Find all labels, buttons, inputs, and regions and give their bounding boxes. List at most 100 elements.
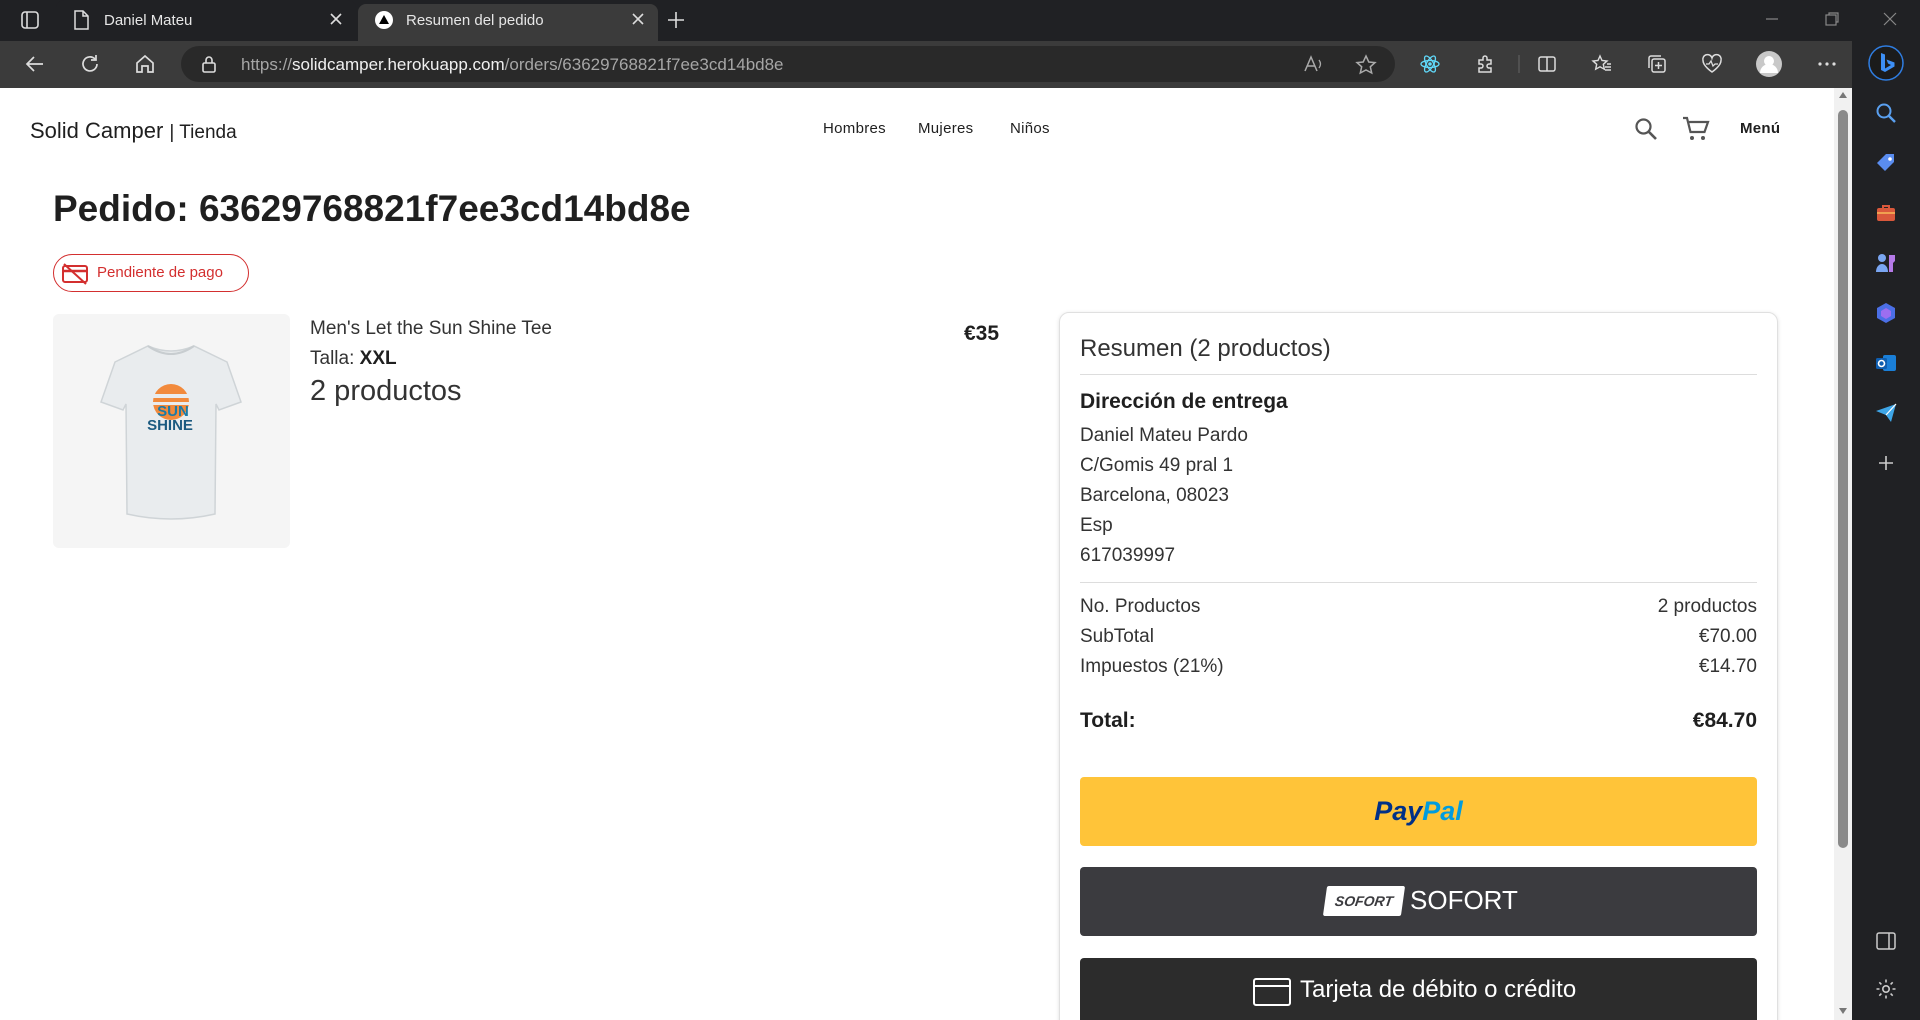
shopping-tag-icon[interactable] [1874, 151, 1898, 175]
games-icon[interactable] [1874, 251, 1898, 275]
row-value: €70.00 [1698, 626, 1757, 647]
edge-sidebar [1852, 41, 1920, 1020]
credit-card-icon [1252, 976, 1292, 1008]
close-window-icon[interactable] [1880, 9, 1900, 29]
cart-icon[interactable] [1682, 116, 1710, 142]
scrollbar-thumb[interactable] [1838, 110, 1848, 848]
url-prefix: https:// [241, 55, 293, 74]
toolbar-divider [1518, 53, 1520, 75]
divider [1080, 374, 1757, 375]
extensions-icon[interactable] [1475, 53, 1497, 75]
card-payment-button[interactable]: Tarjeta de débito o crédito [1080, 958, 1757, 1020]
drop-send-icon[interactable] [1874, 401, 1898, 425]
react-devtools-icon[interactable] [1419, 53, 1441, 75]
refresh-icon[interactable] [79, 53, 101, 75]
row-label: SubTotal [1080, 626, 1154, 647]
split-screen-icon[interactable] [1536, 53, 1558, 75]
address-line: Daniel Mateu Pardo [1080, 425, 1248, 446]
hide-sidebar-icon[interactable] [1874, 929, 1898, 953]
add-sidebar-app-icon[interactable] [1874, 451, 1898, 475]
card-payment-label: Tarjeta de débito o crédito [1300, 976, 1577, 1003]
product-image[interactable]: SUN SHINE [53, 314, 290, 548]
address-line: C/Gomis 49 pral 1 [1080, 455, 1234, 476]
new-tab-icon[interactable] [665, 9, 687, 31]
summary-row-products: No. Productos 2 productos [1080, 596, 1757, 618]
profile-avatar-icon[interactable] [1756, 51, 1782, 77]
address-phone: 617039997 [1080, 545, 1176, 566]
url-domain: solidcamper.herokuapp.com [292, 55, 505, 74]
url-path: /orders/63629768821f7ee3cd14bd8e [504, 55, 784, 74]
size-value: XXL [359, 348, 397, 369]
outlook-icon[interactable] [1874, 351, 1898, 375]
nav-mujeres[interactable]: Mujeres [918, 120, 973, 137]
browser-toolbar: https://solidcamper.herokuapp.com/orders… [0, 41, 1920, 88]
favorite-star-icon[interactable] [1355, 54, 1377, 76]
sofort-label: SOFORT [1410, 885, 1518, 915]
microsoft-365-icon[interactable] [1874, 301, 1898, 325]
favorites-icon[interactable] [1591, 53, 1613, 75]
browser-tab-bar: Daniel Mateu Resumen del pedido [0, 0, 1920, 41]
address-line: Esp [1080, 515, 1113, 536]
sofort-logo-text: SOFORT [1333, 893, 1395, 909]
tab-title: Resumen del pedido [406, 12, 544, 29]
scroll-down-arrow-icon[interactable] [1839, 1008, 1847, 1014]
restore-icon[interactable] [1822, 9, 1842, 29]
sofort-button[interactable]: SOFORT SOFORT [1080, 867, 1757, 936]
page-scrollbar[interactable] [1834, 88, 1852, 1020]
summary-title: Resumen (2 productos) [1080, 335, 1331, 362]
nav-hombres[interactable]: Hombres [823, 120, 886, 137]
url-text[interactable]: https://solidcamper.herokuapp.com/orders… [241, 55, 784, 75]
address-line: Barcelona, 08023 [1080, 485, 1229, 506]
more-options-icon[interactable] [1816, 53, 1838, 75]
site-brand[interactable]: Solid Camper | Tienda [30, 118, 237, 144]
close-tab-icon[interactable] [326, 9, 346, 29]
tab-title: Daniel Mateu [104, 12, 193, 29]
tshirt-print-shine: SHINE [147, 417, 193, 434]
tab-resumen-pedido[interactable]: Resumen del pedido [358, 4, 658, 41]
credit-card-off-icon [61, 262, 89, 286]
row-value: 2 productos [1657, 596, 1757, 617]
sofort-logo: SOFORT [1322, 886, 1406, 916]
minimize-icon[interactable] [1762, 9, 1782, 29]
sidebar-settings-icon[interactable] [1874, 977, 1898, 1001]
summary-row-taxes: Impuestos (21%) €14.70 [1080, 656, 1757, 678]
back-icon[interactable] [24, 53, 46, 75]
tools-briefcase-icon[interactable] [1874, 201, 1898, 225]
payment-status-chip: Pendiente de pago [53, 254, 249, 292]
bing-copilot-icon[interactable] [1868, 45, 1904, 81]
summary-row-total: Total: €84.70 [1080, 709, 1757, 733]
site-favicon-icon [374, 10, 394, 30]
scroll-up-arrow-icon[interactable] [1839, 92, 1847, 98]
read-aloud-icon[interactable] [1303, 54, 1325, 74]
product-name[interactable]: Men's Let the Sun Shine Tee [310, 318, 552, 340]
page-content: Solid Camper | Tienda Hombres Mujeres Ni… [0, 88, 1834, 1020]
home-icon[interactable] [134, 53, 156, 75]
product-size: Talla: XXL [310, 348, 397, 370]
lock-icon[interactable] [201, 55, 217, 73]
paypal-logo-pay: Pay [1374, 796, 1423, 826]
page-icon [72, 10, 90, 30]
product-price: €35 [964, 322, 1000, 345]
collections-icon[interactable] [1646, 53, 1668, 75]
tab-actions-icon[interactable] [20, 10, 40, 30]
total-label: Total: [1080, 709, 1136, 732]
nav-ninos[interactable]: Niños [1010, 120, 1050, 137]
payment-status-label: Pendiente de pago [97, 264, 223, 281]
tab-daniel-mateu[interactable]: Daniel Mateu [56, 0, 356, 41]
close-tab-icon[interactable] [628, 9, 648, 29]
address-bar[interactable]: https://solidcamper.herokuapp.com/orders… [181, 46, 1395, 82]
order-summary-card: Resumen (2 productos) Dirección de entre… [1059, 312, 1778, 1020]
menu-button[interactable]: Menú [1740, 120, 1780, 137]
size-label: Talla: [310, 348, 355, 369]
divider [1080, 582, 1757, 583]
browser-essentials-icon[interactable] [1701, 53, 1723, 75]
search-sidebar-icon[interactable] [1874, 101, 1898, 125]
search-icon[interactable] [1633, 116, 1659, 142]
product-quantity: 2 productos [310, 375, 462, 407]
row-label: Impuestos (21%) [1080, 656, 1224, 677]
row-label: No. Productos [1080, 596, 1201, 617]
summary-row-subtotal: SubTotal €70.00 [1080, 626, 1757, 648]
paypal-button[interactable]: PayPal [1080, 777, 1757, 846]
total-value: €84.70 [1692, 709, 1757, 732]
brand-subtitle: | Tienda [169, 122, 237, 143]
